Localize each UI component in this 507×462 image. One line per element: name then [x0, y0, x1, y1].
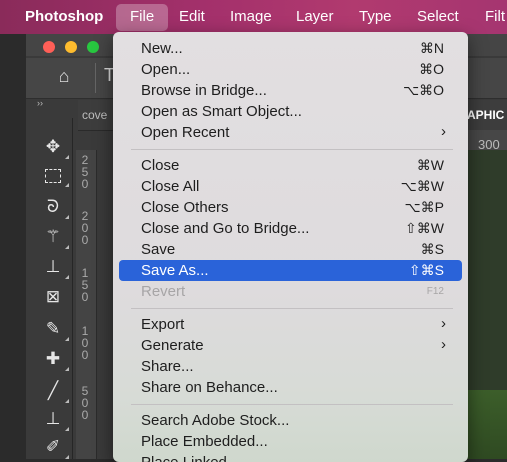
menu-separator — [131, 308, 453, 309]
menu-item-shortcut: ⌘S — [420, 241, 444, 257]
ruler-number: 0 — [81, 348, 89, 362]
menu-item-label: Save — [141, 241, 176, 258]
menu-item-label: Close — [141, 157, 180, 174]
frame-icon[interactable]: ⊠ — [40, 286, 66, 308]
close-window-button[interactable] — [43, 41, 55, 53]
menu-item-label: Search Adobe Stock... — [141, 412, 290, 429]
menu-item-shortcut: ⌘W — [416, 157, 444, 173]
menu-item-label: Close and Go to Bridge... — [141, 220, 310, 237]
zoom-window-button[interactable] — [87, 41, 99, 53]
ruler-number: 0 — [81, 233, 89, 247]
ruler-number: 0 — [81, 408, 89, 422]
menu-item-new[interactable]: New... ⌘N — [119, 38, 462, 59]
menu-item-save[interactable]: Save ⌘S — [119, 239, 462, 260]
menu-item-close-others[interactable]: Close Others ⌥⌘P — [119, 197, 462, 218]
menu-file[interactable]: File — [130, 8, 154, 25]
healing-brush-icon[interactable]: ✚ — [40, 348, 69, 371]
options-bar-divider — [95, 63, 96, 93]
menu-separator — [131, 404, 453, 405]
chevron-right-icon: › — [441, 123, 446, 140]
menu-item-close-and-go-to-bridge[interactable]: Close and Go to Bridge... ⇧⌘W — [119, 218, 462, 239]
history-brush-icon[interactable]: ✐ — [40, 436, 69, 459]
menu-separator — [131, 149, 453, 150]
magic-wand-icon[interactable]: ⚚ — [40, 226, 69, 249]
menu-item-browse-in-bridge[interactable]: Browse in Bridge... ⌥⌘O — [119, 80, 462, 101]
menu-item-shortcut: ⌥⌘W — [400, 178, 444, 194]
menu-item-shortcut: ⌥⌘O — [402, 82, 444, 98]
menu-item-label: Close All — [141, 178, 200, 195]
menu-filter[interactable]: Filt — [485, 8, 505, 25]
menu-item-shortcut: ⇧⌘W — [405, 220, 444, 236]
menu-item-export[interactable]: Export › — [119, 314, 462, 335]
lasso-icon[interactable]: ᘐ — [40, 196, 69, 219]
menu-item-label: Export — [141, 316, 185, 333]
menu-item-label: Open as Smart Object... — [141, 103, 302, 120]
menu-item-shortcut: ⇧⌘S — [408, 262, 444, 278]
menu-item-generate[interactable]: Generate › — [119, 335, 462, 356]
ruler-number: 0 — [81, 290, 89, 304]
menu-item-label: Place Embedded... — [141, 433, 268, 450]
menu-item-label: Close Others — [141, 199, 229, 216]
eyedropper-icon[interactable]: ✎ — [40, 318, 69, 341]
menu-item-place-embedded[interactable]: Place Embedded... — [119, 431, 462, 452]
menu-item-label: Generate — [141, 337, 204, 354]
document-tab[interactable]: cove — [82, 108, 107, 122]
menu-item-label: Revert — [141, 283, 186, 300]
chevron-right-icon: › — [441, 315, 446, 332]
menu-item-label: Browse in Bridge... — [141, 82, 267, 99]
menu-layer[interactable]: Layer — [296, 8, 334, 25]
menu-select[interactable]: Select — [417, 8, 459, 25]
file-menu: New... ⌘N Open... ⌘O Browse in Bridge...… — [113, 32, 468, 462]
clone-stamp-icon[interactable]: ⊥ — [40, 408, 69, 431]
menu-item-close-all[interactable]: Close All ⌥⌘W — [119, 176, 462, 197]
brush-icon[interactable]: ╱ — [40, 380, 69, 403]
app-menu[interactable]: Photoshop — [25, 8, 103, 25]
collapse-panels-icon[interactable]: ›› — [37, 98, 43, 108]
menu-item-label: Open Recent — [141, 124, 230, 141]
menu-item-label: New... — [141, 40, 183, 57]
menu-item-revert: Revert F12 — [119, 281, 462, 302]
menu-item-label: Open... — [141, 61, 191, 78]
menu-item-search-adobe-stock[interactable]: Search Adobe Stock... — [119, 410, 462, 431]
menu-item-open-recent[interactable]: Open Recent › — [119, 122, 462, 143]
menu-item-shortcut: ⌥⌘P — [404, 199, 444, 215]
chevron-right-icon: › — [441, 336, 446, 353]
marquee-icon[interactable] — [40, 164, 69, 187]
menu-edit[interactable]: Edit — [179, 8, 205, 25]
menu-item-save-as[interactable]: Save As... ⇧⌘S — [119, 260, 462, 281]
crop-icon[interactable]: ⊥ — [40, 256, 69, 279]
minimize-window-button[interactable] — [65, 41, 77, 53]
document-tab-secondary[interactable]: APHIC — [467, 108, 504, 122]
move-icon[interactable]: ✥ — [40, 136, 69, 159]
home-icon[interactable]: ⌂ — [51, 66, 77, 90]
menu-item-close[interactable]: Close ⌘W — [119, 155, 462, 176]
menu-item-shortcut: F12 — [426, 286, 444, 297]
menu-item-share[interactable]: Share... — [119, 356, 462, 377]
menu-item-label: Share... — [141, 358, 194, 375]
menu-item-open-as-smart-object[interactable]: Open as Smart Object... — [119, 101, 462, 122]
menu-item-shortcut: ⌘N — [419, 40, 444, 56]
menu-item-label: Share on Behance... — [141, 379, 278, 396]
menu-item-shortcut: ⌘O — [419, 61, 444, 77]
menu-bar: Photoshop File Edit Image Layer Type Sel… — [0, 0, 507, 34]
ruler-number: 0 — [81, 177, 89, 191]
menu-item-open[interactable]: Open... ⌘O — [119, 59, 462, 80]
menu-item-place-linked[interactable]: Place Linked... — [119, 452, 462, 462]
menu-image[interactable]: Image — [230, 8, 272, 25]
canvas-image — [466, 390, 507, 459]
menu-item-label: Save As... — [141, 262, 209, 279]
menu-type[interactable]: Type — [359, 8, 392, 25]
menu-item-label: Place Linked... — [141, 454, 239, 462]
menu-item-share-on-behance[interactable]: Share on Behance... — [119, 377, 462, 398]
